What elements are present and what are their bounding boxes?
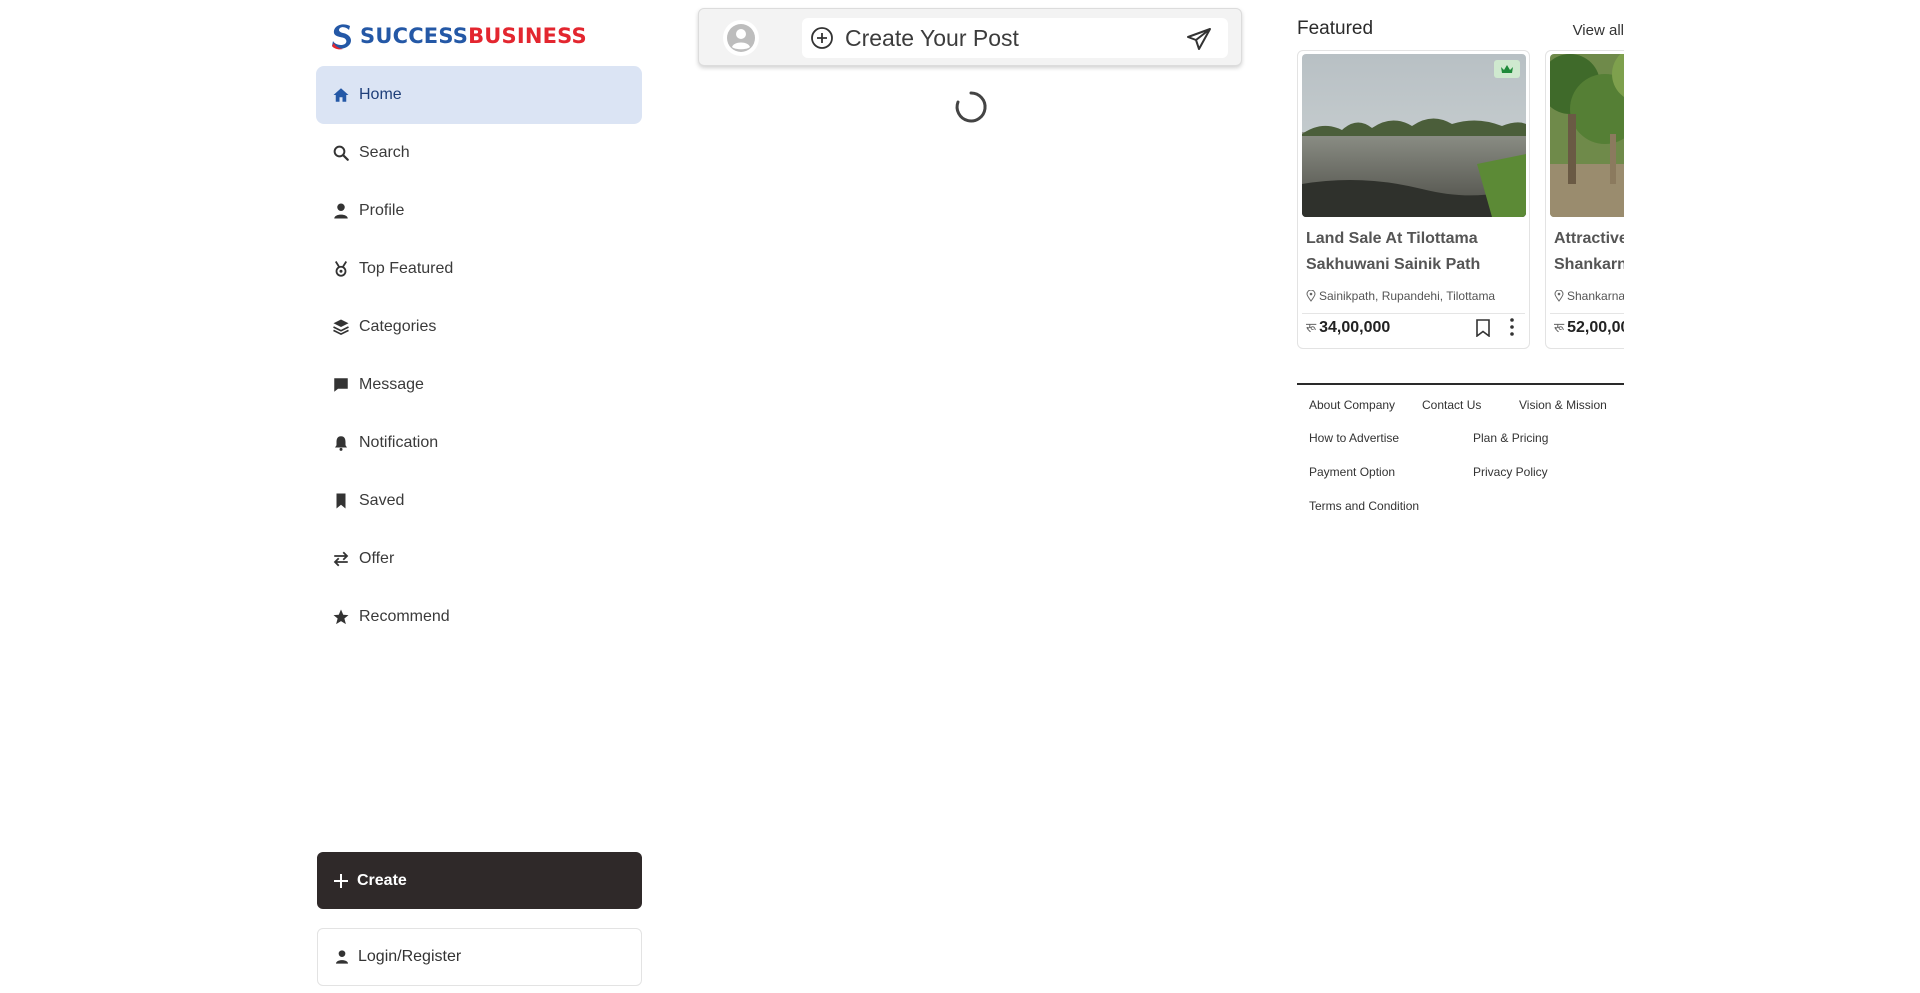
section-divider (1297, 383, 1624, 385)
login-register-label: Login/Register (358, 948, 462, 965)
location-pin-icon (1554, 290, 1564, 302)
message-icon (334, 378, 348, 392)
more-options-icon[interactable] (1509, 317, 1515, 337)
exchange-icon (333, 551, 349, 567)
layers-icon (333, 319, 349, 336)
crown-icon (1501, 65, 1513, 73)
sidebar-item-saved[interactable]: Saved (316, 472, 642, 530)
featured-card[interactable]: Land Sale At Tilottama Sakhuwani Sainik … (1297, 50, 1530, 349)
footer-link-contact[interactable]: Contact Us (1422, 398, 1481, 412)
send-icon[interactable] (1186, 27, 1212, 51)
search-icon (333, 145, 349, 161)
crown-badge (1494, 60, 1520, 78)
listing-price: रू 34,00,000 (1306, 318, 1390, 337)
currency-symbol: रू (1306, 320, 1317, 335)
footer-link-about[interactable]: About Company (1309, 398, 1395, 412)
footer-link-advertise[interactable]: How to Advertise (1309, 431, 1399, 445)
listing-location-text: Shankarnagar, Rupandehi (1567, 289, 1624, 303)
sidebar-item-notification[interactable]: Notification (316, 414, 642, 472)
listing-location: Sainikpath, Rupandehi, Tilottama (1306, 289, 1495, 303)
avatar[interactable] (723, 20, 759, 56)
sidebar-item-label: Message (359, 376, 424, 393)
listing-location-text: Sainikpath, Rupandehi, Tilottama (1319, 289, 1496, 303)
listing-price-value: 34,00,000 (1319, 319, 1391, 336)
sidebar-item-search[interactable]: Search (316, 124, 642, 182)
location-pin-icon (1306, 290, 1316, 302)
card-divider (1550, 313, 1624, 314)
sidebar-item-recommend[interactable]: Recommend (316, 588, 642, 646)
sidebar-item-label: Search (359, 144, 410, 161)
login-register-button[interactable]: Login/Register (317, 928, 642, 986)
sidebar-item-message[interactable]: Message (316, 356, 642, 414)
featured-carousel: Land Sale At Tilottama Sakhuwani Sainik … (1297, 50, 1624, 350)
create-post-placeholder: Create Your Post (845, 24, 1019, 51)
plus-icon (334, 873, 348, 888)
sidebar-item-label: Offer (359, 550, 395, 567)
bookmark-icon[interactable] (1475, 319, 1491, 337)
featured-title: Featured (1297, 18, 1374, 39)
user-icon (334, 203, 348, 219)
brand-name-part2: BUSINESS (468, 24, 587, 48)
sidebar-item-label: Recommend (359, 608, 450, 625)
brand-name: SUCCESSBUSINESS (360, 24, 587, 48)
sidebar-item-label: Top Featured (359, 260, 454, 277)
listing-price: रू52,00,000 (1554, 318, 1624, 337)
footer-link-vision[interactable]: Vision & Mission (1519, 398, 1607, 412)
listing-image[interactable] (1550, 54, 1624, 217)
featured-card[interactable]: Attractive Land At Shankarnagar Shankarn… (1545, 50, 1624, 349)
create-post-input[interactable]: Create Your Post (802, 18, 1228, 58)
star-icon (333, 609, 349, 625)
sidebar-item-profile[interactable]: Profile (316, 182, 642, 240)
land-photo (1550, 54, 1624, 217)
create-post-box: Create Your Post (698, 8, 1242, 66)
sidebar-item-label: Profile (359, 202, 405, 219)
sidebar-item-label: Categories (359, 318, 437, 335)
medal-icon (334, 261, 348, 277)
footer-link-pricing[interactable]: Plan & Pricing (1473, 431, 1548, 445)
listing-price-value: 52,00,000 (1567, 319, 1624, 336)
logo-mark-icon (332, 24, 352, 50)
listing-image[interactable] (1302, 54, 1526, 217)
avatar-placeholder-icon (727, 24, 755, 52)
sidebar-item-label: Notification (359, 434, 439, 451)
card-divider (1302, 313, 1525, 314)
sidebar-nav: Home Search Profile Top Featured Categor… (316, 66, 642, 646)
home-icon (333, 88, 349, 102)
listing-title[interactable]: Land Sale At Tilottama Sakhuwani Sainik … (1306, 226, 1526, 278)
land-photo (1302, 54, 1526, 217)
footer-link-privacy[interactable]: Privacy Policy (1473, 465, 1548, 479)
add-circle-icon (811, 27, 833, 49)
sidebar: SUCCESSBUSINESS Home Search Profile Top … (316, 0, 642, 993)
listing-title[interactable]: Attractive Land At Shankarnagar (1554, 226, 1624, 278)
create-button-label: Create (357, 871, 407, 889)
user-icon (336, 950, 348, 964)
currency-symbol: रू (1554, 320, 1565, 335)
featured-panel: Featured View all Land Sale At Tilottama… (1297, 0, 1624, 993)
view-all-link[interactable]: View all (1573, 22, 1624, 39)
sidebar-item-top-featured[interactable]: Top Featured (316, 240, 642, 298)
listing-location: Shankarnagar, Rupandehi (1554, 289, 1624, 303)
brand-name-part1: SUCCESS (360, 24, 469, 48)
sidebar-item-offer[interactable]: Offer (316, 530, 642, 588)
sidebar-item-categories[interactable]: Categories (316, 298, 642, 356)
loading-spinner-icon (955, 91, 987, 123)
sidebar-item-label: Home (359, 86, 402, 103)
sidebar-item-home[interactable]: Home (316, 66, 642, 124)
brand-logo[interactable]: SUCCESSBUSINESS (330, 22, 587, 50)
footer-link-terms[interactable]: Terms and Condition (1309, 499, 1419, 513)
bookmark-icon (336, 493, 346, 509)
sidebar-item-label: Saved (359, 492, 405, 509)
create-button[interactable]: Create (317, 852, 642, 909)
bell-icon (335, 436, 347, 451)
footer-link-payment[interactable]: Payment Option (1309, 465, 1395, 479)
